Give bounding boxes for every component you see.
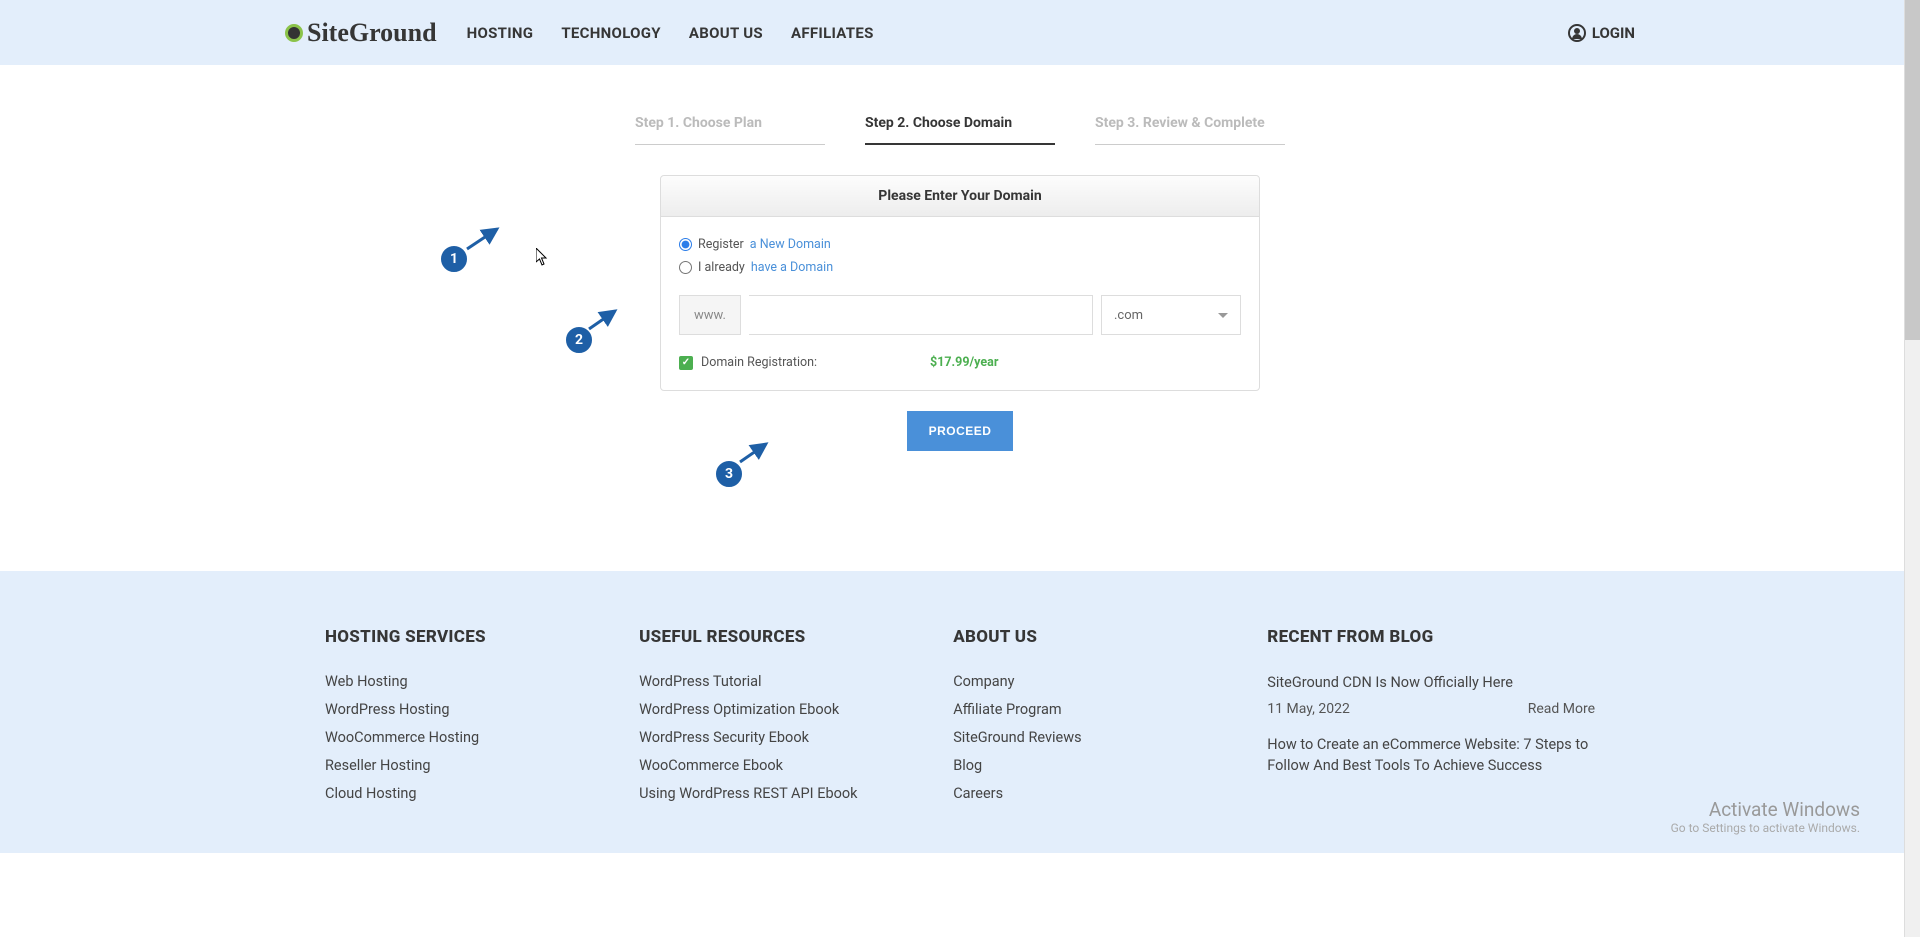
chevron-down-icon xyxy=(1218,313,1228,318)
domain-input-row: www. .com xyxy=(679,295,1241,335)
radio-register-link: a New Domain xyxy=(750,237,831,252)
footer-link[interactable]: WordPress Tutorial xyxy=(639,673,873,690)
annotation-1: 1 xyxy=(440,245,468,273)
blog-item[interactable]: SiteGround CDN Is Now Officially Here 11… xyxy=(1267,673,1595,717)
footer-link[interactable]: WordPress Hosting xyxy=(325,701,559,718)
footer-title-resources: USEFUL RESOURCES xyxy=(639,627,873,647)
top-header: SiteGround HOSTING TECHNOLOGY ABOUT US A… xyxy=(0,0,1920,65)
domain-panel: Please Enter Your Domain Register a New … xyxy=(660,175,1260,391)
footer-col-resources: USEFUL RESOURCES WordPress Tutorial Word… xyxy=(639,627,873,813)
radio-register-new[interactable]: Register a New Domain xyxy=(679,237,1241,252)
cursor-icon xyxy=(536,248,550,268)
footer-link[interactable]: WooCommerce Ebook xyxy=(639,757,873,774)
user-icon xyxy=(1568,24,1586,42)
blog-title: How to Create an eCommerce Website: 7 St… xyxy=(1267,735,1595,776)
blog-item[interactable]: How to Create an eCommerce Website: 7 St… xyxy=(1267,735,1595,776)
footer-link[interactable]: Company xyxy=(953,673,1187,690)
scrollbar[interactable] xyxy=(1904,0,1920,937)
footer-link[interactable]: Cloud Hosting xyxy=(325,785,559,802)
main-content: Step 1. Choose Plan Step 2. Choose Domai… xyxy=(0,65,1920,571)
footer-link[interactable]: Careers xyxy=(953,785,1187,802)
annotation-3-arrow xyxy=(738,440,773,466)
tld-select[interactable]: .com xyxy=(1101,295,1241,335)
footer-link[interactable]: WordPress Security Ebook xyxy=(639,729,873,746)
step-3[interactable]: Step 3. Review & Complete xyxy=(1095,115,1285,145)
footer-link[interactable]: Web Hosting xyxy=(325,673,559,690)
price-row: ✓ Domain Registration: $17.99/year xyxy=(679,355,1241,370)
radio-register-input[interactable] xyxy=(679,238,692,251)
logo-icon xyxy=(285,24,303,42)
registration-label: Domain Registration: xyxy=(701,355,817,370)
tld-value: .com xyxy=(1114,308,1143,323)
nav-affiliates[interactable]: AFFILIATES xyxy=(791,24,874,42)
footer-col-hosting: HOSTING SERVICES Web Hosting WordPress H… xyxy=(325,627,559,813)
login-button[interactable]: LOGIN xyxy=(1568,24,1635,42)
footer: HOSTING SERVICES Web Hosting WordPress H… xyxy=(0,571,1920,853)
logo[interactable]: SiteGround xyxy=(285,18,437,48)
footer-link[interactable]: WordPress Optimization Ebook xyxy=(639,701,873,718)
step-1[interactable]: Step 1. Choose Plan xyxy=(635,115,825,145)
footer-col-blog: RECENT FROM BLOG SiteGround CDN Is Now O… xyxy=(1267,627,1595,813)
footer-title-hosting: HOSTING SERVICES xyxy=(325,627,559,647)
footer-link[interactable]: SiteGround Reviews xyxy=(953,729,1187,746)
footer-col-about: ABOUT US Company Affiliate Program SiteG… xyxy=(953,627,1187,813)
radio-have-domain[interactable]: I already have a Domain xyxy=(679,260,1241,275)
scrollbar-thumb[interactable] xyxy=(1905,0,1920,340)
main-nav: HOSTING TECHNOLOGY ABOUT US AFFILIATES xyxy=(467,24,874,42)
radio-have-text: I already xyxy=(698,260,745,275)
annotation-1-arrow xyxy=(465,225,505,253)
footer-link[interactable]: Blog xyxy=(953,757,1187,774)
footer-link[interactable]: Reseller Hosting xyxy=(325,757,559,774)
radio-register-text: Register xyxy=(698,237,744,252)
nav-technology[interactable]: TECHNOLOGY xyxy=(561,24,661,42)
radio-have-input[interactable] xyxy=(679,261,692,274)
www-prefix: www. xyxy=(679,295,741,335)
step-2[interactable]: Step 2. Choose Domain xyxy=(865,115,1055,145)
annotation-2: 2 xyxy=(565,326,593,354)
footer-link[interactable]: Using WordPress REST API Ebook xyxy=(639,785,873,802)
blog-title: SiteGround CDN Is Now Officially Here xyxy=(1267,673,1595,693)
registration-checkbox[interactable]: ✓ xyxy=(679,356,693,370)
blog-date: 11 May, 2022 xyxy=(1267,701,1350,717)
proceed-button[interactable]: PROCEED xyxy=(907,411,1014,451)
footer-title-about: ABOUT US xyxy=(953,627,1187,647)
footer-link[interactable]: WooCommerce Hosting xyxy=(325,729,559,746)
nav-hosting[interactable]: HOSTING xyxy=(467,24,534,42)
registration-price: $17.99/year xyxy=(930,355,998,370)
step-indicator: Step 1. Choose Plan Step 2. Choose Domai… xyxy=(460,115,1460,145)
radio-have-link: have a Domain xyxy=(751,260,833,275)
login-label: LOGIN xyxy=(1592,24,1635,42)
footer-link[interactable]: Affiliate Program xyxy=(953,701,1187,718)
panel-title: Please Enter Your Domain xyxy=(661,176,1259,217)
annotation-3: 3 xyxy=(715,460,743,488)
annotation-2-arrow xyxy=(587,307,622,333)
domain-input[interactable] xyxy=(749,295,1093,335)
logo-text: SiteGround xyxy=(307,18,437,48)
footer-title-blog: RECENT FROM BLOG xyxy=(1267,627,1595,647)
nav-about[interactable]: ABOUT US xyxy=(689,24,763,42)
blog-readmore[interactable]: Read More xyxy=(1528,701,1595,717)
